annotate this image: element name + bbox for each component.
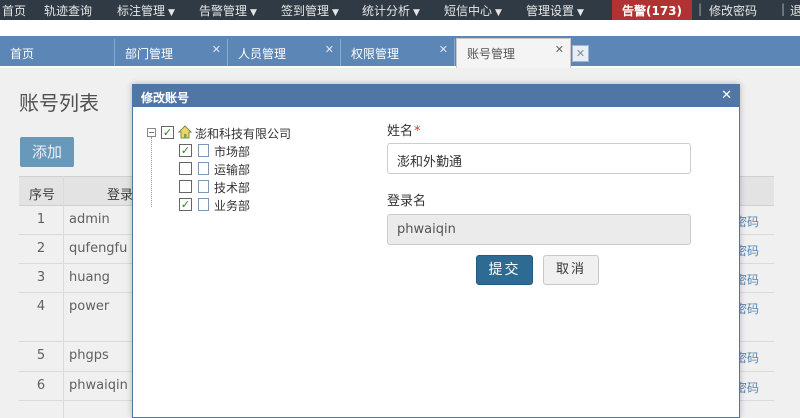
nav-label: 告警管理 (199, 4, 248, 18)
tab-department[interactable]: 部门管理 ✕ (115, 39, 228, 66)
required-mark: * (414, 124, 421, 139)
tab-label: 首页 (10, 47, 35, 61)
name-label-text: 姓名 (387, 124, 414, 139)
tree-connector (151, 137, 152, 207)
tab-label: 人员管理 (238, 47, 287, 61)
nav-label: 签到管理 (281, 4, 330, 18)
name-input[interactable]: 澎和外勤通 (387, 143, 691, 174)
tab-permissions[interactable]: 权限管理 ✕ (341, 39, 455, 66)
document-icon (198, 180, 209, 193)
name-label: 姓名* (387, 120, 421, 139)
nav-item-checkin[interactable]: 签到管理 ▼ (281, 2, 339, 19)
nav-item-sms-center[interactable]: 短信中心 ▼ (444, 2, 502, 19)
dialog-title: 修改账号 (141, 91, 190, 105)
home-icon (178, 125, 192, 139)
tree-node-label: 技术部 (214, 181, 251, 195)
chevron-down-icon: ▼ (250, 8, 257, 18)
tab-label: 账号管理 (467, 47, 516, 61)
close-all-tabs-icon[interactable]: ✕ (572, 45, 589, 62)
close-icon[interactable]: ✕ (721, 88, 732, 103)
tree-node-company[interactable]: − ✓ 澎和科技有限公司 (147, 125, 307, 141)
tree-node-label: 澎和科技有限公司 (195, 127, 292, 141)
tab-label: 权限管理 (351, 47, 400, 61)
tree-node-label: 市场部 (214, 145, 251, 159)
close-icon[interactable]: ✕ (212, 43, 221, 56)
change-password-link[interactable]: 修改密码 (709, 2, 757, 19)
nav-item-home[interactable]: 首页 (2, 2, 26, 19)
close-icon[interactable]: ✕ (439, 43, 448, 56)
chevron-down-icon: ▼ (495, 8, 502, 18)
document-icon (198, 198, 209, 211)
tab-home[interactable]: 首页 (0, 39, 115, 66)
nav-item-marking[interactable]: 标注管理 ▼ (117, 2, 175, 19)
tree-node-tech[interactable]: 技术部 (165, 179, 275, 195)
close-icon[interactable]: ✕ (325, 43, 334, 56)
checkbox[interactable] (179, 180, 192, 193)
tree-node-business[interactable]: ✓ 业务部 (165, 197, 275, 213)
divider: | (698, 2, 703, 16)
chevron-down-icon: ▼ (577, 8, 584, 18)
tree-node-marketing[interactable]: ✓ 市场部 (165, 143, 275, 159)
checkbox[interactable] (179, 162, 192, 175)
tree-node-label: 运输部 (214, 163, 251, 177)
nav-label: 管理设置 (526, 4, 575, 18)
login-name-input[interactable]: phwaiqin (387, 214, 691, 245)
document-icon (198, 144, 209, 157)
login-name-label: 登录名 (387, 194, 427, 209)
cancel-button[interactable]: 取消 (543, 255, 599, 285)
edit-account-dialog: 修改账号 ✕ − ✓ 澎和科技有限公司 ✓ 市场部 运输部 技术部 ✓ 业务部 … (132, 84, 740, 418)
divider: | (781, 2, 786, 16)
nav-item-track-query[interactable]: 轨迹查询 (44, 2, 92, 19)
chevron-down-icon: ▼ (413, 8, 420, 18)
nav-item-settings[interactable]: 管理设置 ▼ (526, 2, 584, 19)
collapse-icon[interactable]: − (147, 128, 156, 137)
checkbox[interactable]: ✓ (161, 126, 174, 139)
chevron-down-icon: ▼ (168, 8, 175, 18)
tab-accounts[interactable]: 账号管理 ✕ (456, 38, 571, 68)
checkbox[interactable]: ✓ (179, 198, 192, 211)
tree-node-label: 业务部 (214, 199, 251, 213)
nav-item-alarm-management[interactable]: 告警管理 ▼ (199, 2, 257, 19)
document-icon (198, 162, 209, 175)
tab-personnel[interactable]: 人员管理 ✕ (228, 39, 341, 66)
alarm-badge[interactable]: 告警(173) (612, 0, 692, 20)
nav-label: 短信中心 (444, 4, 493, 18)
submit-button[interactable]: 提交 (476, 255, 533, 285)
checkbox[interactable]: ✓ (179, 144, 192, 157)
close-icon[interactable]: ✕ (555, 43, 564, 56)
nav-item-statistics[interactable]: 统计分析 ▼ (362, 2, 420, 19)
dialog-header: 修改账号 ✕ (133, 85, 739, 107)
top-navigation-bar: 首页 轨迹查询 标注管理 ▼ 告警管理 ▼ 签到管理 ▼ 统计分析 ▼ 短信中心 ▼ 管理… (0, 0, 800, 20)
tab-label: 部门管理 (125, 47, 174, 61)
logout-link[interactable]: 退出 (790, 2, 800, 19)
nav-label: 统计分析 (362, 4, 411, 18)
chevron-down-icon: ▼ (332, 8, 339, 18)
tree-node-transport[interactable]: 运输部 (165, 161, 275, 177)
nav-label: 标注管理 (117, 4, 166, 18)
